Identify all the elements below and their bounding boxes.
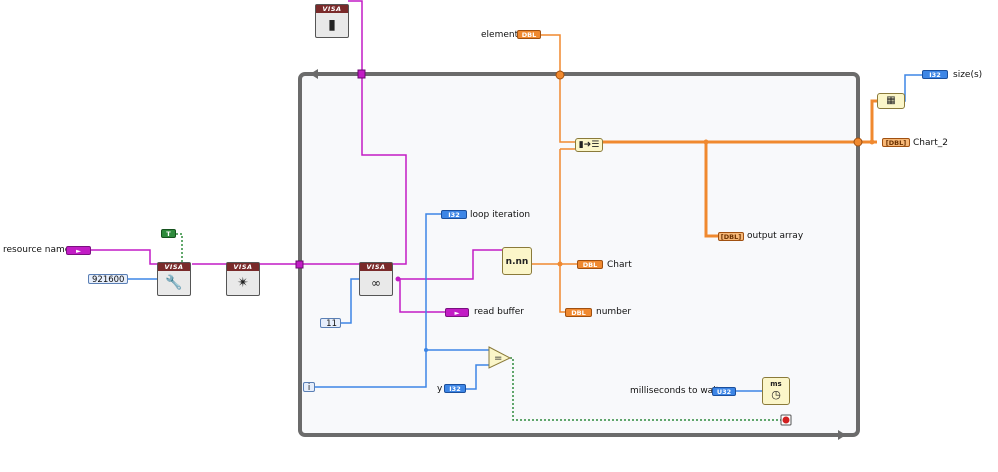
stop-terminal-dot <box>782 416 790 424</box>
visa-flush-icon[interactable]: VISA ✴ <box>226 262 260 296</box>
output-array-terminal[interactable]: [DBL] <box>718 232 744 241</box>
byte-count-constant[interactable]: 11 <box>320 318 341 329</box>
visa-flush-banner: VISA <box>227 263 259 271</box>
wire-junction-dbl-3 <box>869 139 875 145</box>
label-y: y <box>437 384 443 394</box>
shift-register-left <box>555 70 565 80</box>
label-resource-name: resource name <box>3 245 71 255</box>
resource-name-terminal[interactable]: ► <box>66 246 91 255</box>
wire-resource-name[interactable] <box>91 249 160 265</box>
y-terminal[interactable]: I32 <box>444 384 466 393</box>
scan-value-node[interactable]: n.nn <box>502 247 532 275</box>
size-terminal[interactable]: I32 <box>922 70 948 79</box>
visa-close-banner: VISA <box>316 5 348 13</box>
label-size: size(s) <box>953 70 983 80</box>
serial-port-glyph: 🔧 <box>165 275 183 291</box>
label-element: element <box>481 30 519 40</box>
wire-enable-termchar[interactable] <box>176 233 183 262</box>
build-array-icon[interactable]: ▮➜☰ <box>575 138 603 152</box>
baud-rate-constant[interactable]: 921600 <box>88 274 128 285</box>
visa-configure-banner: VISA <box>158 263 190 271</box>
format-value-text: n.nn <box>505 257 529 267</box>
wire-junction-int <box>424 348 428 352</box>
flush-glyph: ✴ <box>237 275 249 291</box>
iteration-terminal[interactable]: i <box>303 382 315 393</box>
read-buffer-terminal[interactable]: ► <box>445 308 469 317</box>
tunnel-visa-top <box>357 69 366 79</box>
visa-close-icon[interactable]: VISA ▮ <box>315 4 349 38</box>
wire-junction-string <box>395 276 401 282</box>
clock-glyph: ◷ <box>771 388 781 401</box>
label-loop-iteration: loop iteration <box>470 210 531 220</box>
read-glasses-glyph: ∞ <box>371 276 381 290</box>
visa-read-banner: VISA <box>360 263 392 271</box>
wire-junction-dbl-2 <box>557 261 563 267</box>
tunnel-visa-left <box>295 260 304 269</box>
wire-junction-dbl-1 <box>703 139 709 145</box>
label-read-buffer: read buffer <box>474 307 524 317</box>
termchar-enable-constant[interactable]: T <box>161 229 176 238</box>
equal-sign: = <box>494 353 502 364</box>
number-terminal[interactable]: DBL <box>565 308 592 317</box>
chart-terminal[interactable]: DBL <box>577 260 603 269</box>
label-number: number <box>596 307 632 317</box>
visa-configure-icon[interactable]: VISA 🔧 <box>157 262 191 296</box>
wait-ms-icon[interactable]: ms ◷ <box>762 377 790 405</box>
label-chart2: Chart_2 <box>913 138 948 148</box>
chart2-terminal[interactable]: [DBL] <box>882 138 910 147</box>
ms-to-wait-terminal[interactable]: U32 <box>712 387 736 396</box>
label-ms-to-wait: milliseconds to wait <box>630 386 720 396</box>
visa-read-icon[interactable]: VISA ∞ <box>359 262 393 296</box>
label-output-array: output array <box>747 231 804 241</box>
element-terminal[interactable]: DBL <box>517 30 541 39</box>
shift-register-right <box>853 137 863 147</box>
label-chart: Chart <box>607 260 632 270</box>
close-doc-glyph: ▮ <box>328 17 336 33</box>
loop-iteration-terminal[interactable]: I32 <box>441 210 467 219</box>
array-size-icon[interactable]: ▦ <box>877 93 905 109</box>
block-diagram-canvas: = <box>91 0 922 440</box>
